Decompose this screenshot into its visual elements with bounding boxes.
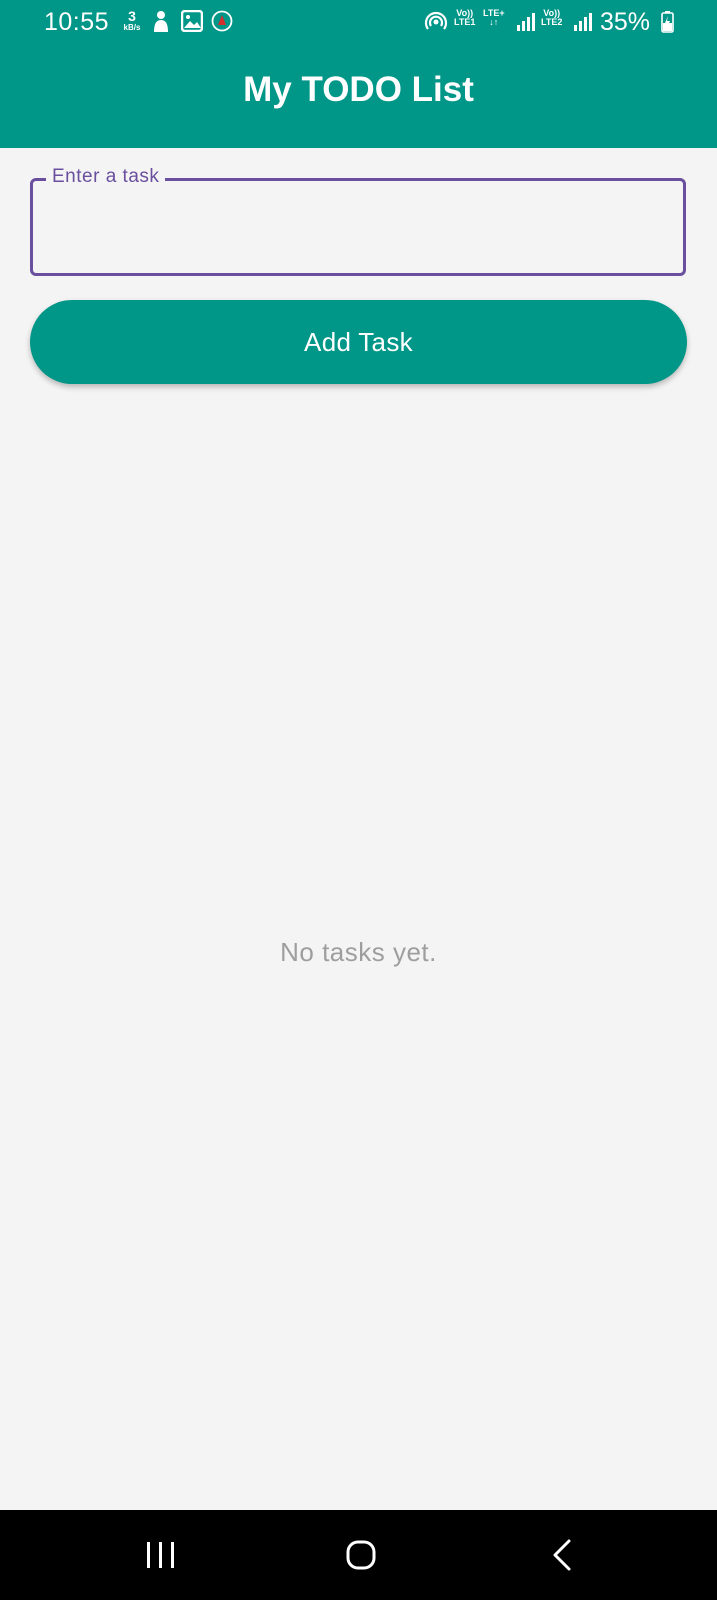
notification-person-icon bbox=[154, 11, 168, 32]
battery-percentage: 35% bbox=[600, 8, 651, 36]
network-speed-unit: kB/s bbox=[123, 23, 141, 32]
data-arrows-icon: ↓↑ bbox=[489, 17, 499, 28]
sim2-lte: LTE2 bbox=[541, 17, 563, 28]
recent-apps-icon[interactable] bbox=[131, 1532, 191, 1578]
task-input-label: Enter a task bbox=[46, 166, 166, 189]
sim2-label: Vo)) LTE2 bbox=[541, 8, 563, 28]
empty-state-message: No tasks yet. bbox=[280, 937, 437, 967]
app-header: 10:55 3 kB/s Vo)) LTE1 LTE+ ↓↑ Vo)) LTE2… bbox=[0, 0, 717, 148]
app-title: My TODO List bbox=[243, 70, 474, 109]
status-bar: 10:55 3 kB/s Vo)) LTE1 LTE+ ↓↑ Vo)) LTE2… bbox=[0, 0, 717, 46]
network-speed: 3 kB/s bbox=[118, 9, 146, 32]
app-notification-icon bbox=[211, 10, 233, 32]
back-icon[interactable] bbox=[533, 1532, 593, 1578]
gallery-icon bbox=[181, 10, 203, 32]
signal-icon bbox=[574, 13, 592, 31]
status-time: 10:55 bbox=[44, 8, 110, 36]
home-icon[interactable] bbox=[331, 1532, 391, 1578]
battery-charging-icon bbox=[661, 11, 674, 33]
signal-icon bbox=[517, 13, 535, 31]
network-type: LTE+ ↓↑ bbox=[483, 8, 505, 28]
sim1-lte: LTE1 bbox=[454, 17, 476, 28]
navigation-bar bbox=[0, 1510, 717, 1600]
task-input[interactable] bbox=[42, 204, 676, 256]
sim1-label: Vo)) LTE1 bbox=[454, 8, 476, 28]
add-task-button[interactable]: Add Task bbox=[30, 300, 687, 384]
hotspot-icon bbox=[424, 11, 448, 30]
network-speed-value: 3 bbox=[128, 8, 136, 24]
